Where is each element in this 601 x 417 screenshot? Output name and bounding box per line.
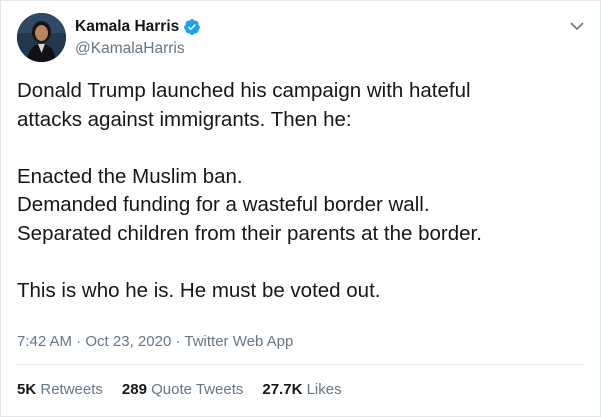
tweet-date[interactable]: Oct 23, 2020 <box>85 333 171 350</box>
verified-badge-icon <box>183 18 201 36</box>
tweet-header: Kamala Harris @KamalaHarris <box>17 13 586 62</box>
name-row: Kamala Harris <box>75 17 201 37</box>
avatar[interactable] <box>17 13 66 62</box>
tweet-line: This is who he is. He must be voted out. <box>17 278 381 302</box>
likes-label: Likes <box>306 381 342 398</box>
quote-tweets-count: 289 <box>121 381 147 398</box>
divider <box>17 364 584 365</box>
quote-tweets-label: Quote Tweets <box>151 381 244 398</box>
retweets-stat[interactable]: 5K Retweets <box>17 380 103 400</box>
meta-separator: · <box>76 333 82 350</box>
tweet-metadata: 7:42 AM · Oct 23, 2020 · Twitter Web App <box>17 332 293 352</box>
tweet-text: Donald Trump launched his campaign with … <box>17 77 587 305</box>
retweets-count: 5K <box>17 381 37 398</box>
tweet-line: Donald Trump launched his campaign with … <box>17 79 471 102</box>
meta-separator: · <box>175 333 181 350</box>
author-names: Kamala Harris @KamalaHarris <box>75 17 201 59</box>
avatar-image <box>17 13 66 62</box>
tweet-source[interactable]: Twitter Web App <box>184 333 293 350</box>
tweet-line: attacks against immigrants. Then he: <box>17 107 352 131</box>
tweet-line: Separated children from their parents at… <box>17 221 482 245</box>
likes-count: 27.7K <box>262 381 303 398</box>
tweet-time[interactable]: 7:42 AM <box>17 333 72 350</box>
likes-stat[interactable]: 27.7K Likes <box>262 380 341 400</box>
author-handle[interactable]: @KamalaHarris <box>75 39 201 59</box>
quote-tweets-stat[interactable]: 289 Quote Tweets <box>122 380 243 400</box>
tweet-line: Enacted the Muslim ban. <box>17 164 243 188</box>
chevron-down-icon[interactable] <box>568 17 586 35</box>
retweets-label: Retweets <box>40 381 103 398</box>
tweet-line: Demanded funding for a wasteful border w… <box>17 193 430 216</box>
display-name[interactable]: Kamala Harris <box>75 17 179 37</box>
tweet-stats: 5K Retweets 289 Quote Tweets 27.7K Likes <box>17 380 361 400</box>
tweet-card: Kamala Harris @KamalaHarris Donald Trump… <box>0 0 601 417</box>
